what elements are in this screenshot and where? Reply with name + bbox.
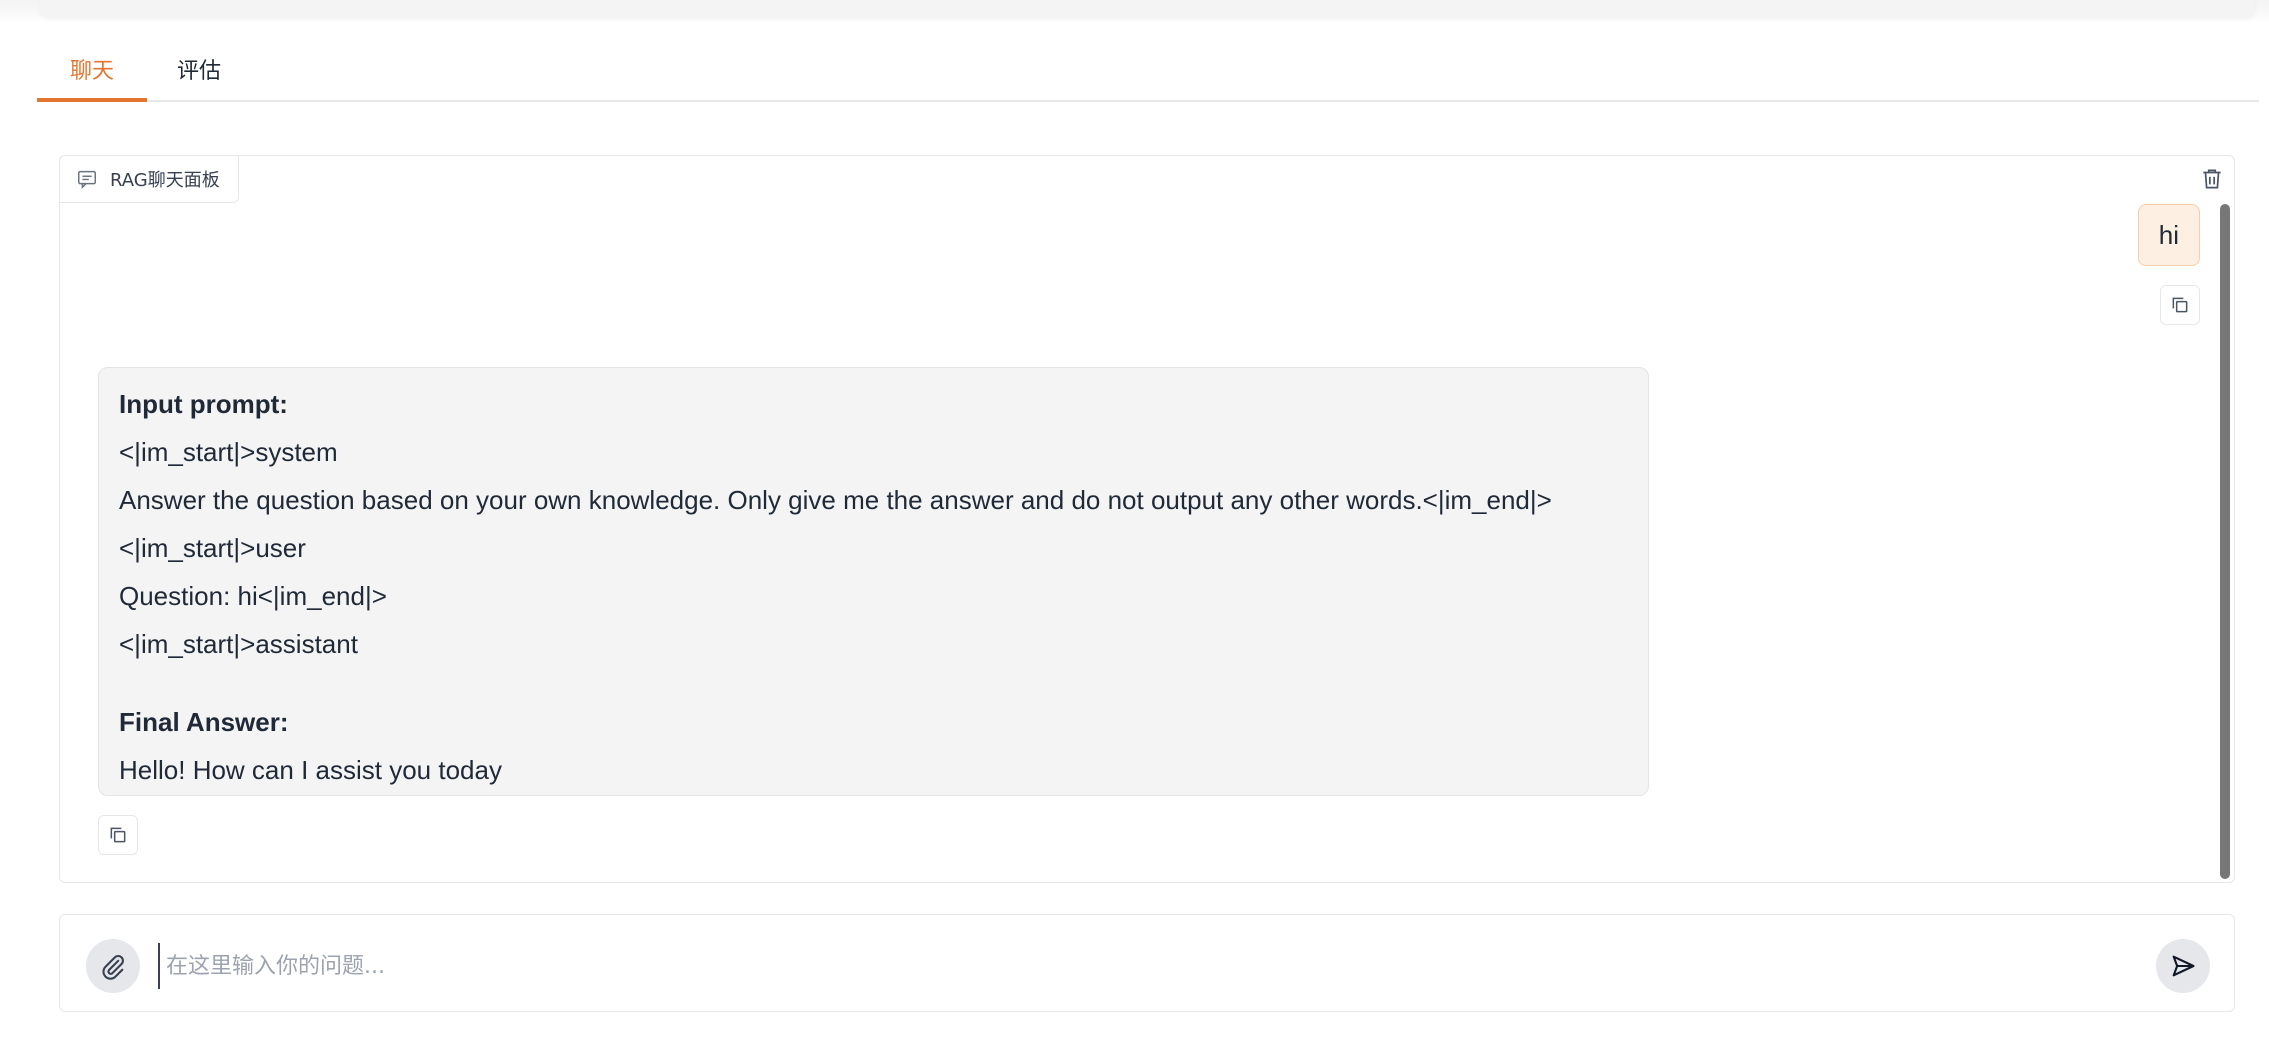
paperclip-icon (102, 954, 124, 980)
bot-message-bubble: Input prompt: <|im_start|>system Answer … (98, 367, 1649, 796)
chat-icon (78, 170, 96, 190)
copy-bot-message-button[interactable] (98, 815, 138, 855)
attach-file-button[interactable] (86, 939, 140, 993)
chat-scrollbar-thumb[interactable] (2220, 204, 2230, 879)
input-prompt-heading: Input prompt: (119, 389, 288, 419)
clear-chat-button[interactable] (2194, 160, 2230, 198)
prompt-line: Question: hi<|im_end|> (119, 581, 387, 611)
copy-icon (110, 827, 126, 843)
final-answer-heading: Final Answer: (119, 707, 289, 737)
chat-message-input[interactable] (158, 943, 2118, 989)
send-icon (2172, 955, 2195, 977)
chat-panel-label: RAG聊天面板 (59, 155, 239, 203)
prompt-line: Answer the question based on your own kn… (119, 485, 1552, 515)
top-header-shadow (0, 0, 2269, 22)
tab-chat[interactable]: 聊天 (37, 52, 147, 102)
user-message-bubble: hi (2137, 204, 2200, 266)
prompt-line: <|im_start|>user (119, 533, 306, 563)
prompt-line: <|im_start|>assistant (119, 629, 358, 659)
copy-user-message-button[interactable] (2160, 285, 2200, 325)
copy-icon (2172, 297, 2188, 313)
chat-panel: RAG聊天面板 hi Input prompt: <|im_start|>sys… (59, 155, 2235, 883)
final-answer-text: Hello! How can I assist you today (119, 755, 502, 785)
tab-bar: 聊天 评估 (37, 52, 2259, 102)
send-button[interactable] (2156, 939, 2210, 993)
prompt-line: <|im_start|>system (119, 437, 338, 467)
chat-panel-title: RAG聊天面板 (110, 170, 220, 191)
tab-eval[interactable]: 评估 (165, 52, 275, 100)
chat-scrollbar[interactable] (2220, 204, 2230, 879)
trash-icon (2203, 169, 2221, 189)
chat-input-bar (59, 914, 2235, 1012)
